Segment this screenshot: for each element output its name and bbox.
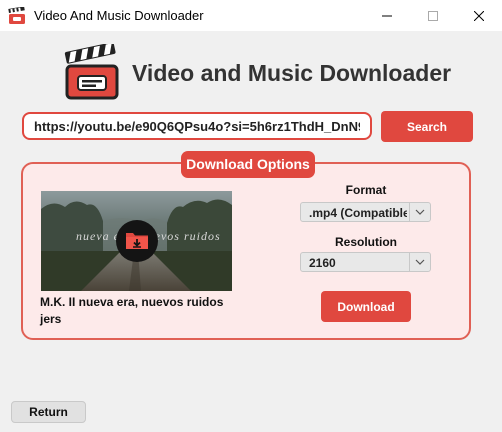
close-icon (474, 10, 484, 21)
resolution-select[interactable]: 2160 (300, 252, 431, 272)
clapperboard-icon (64, 44, 119, 100)
return-button[interactable]: Return (11, 401, 86, 423)
resolution-label: Resolution (335, 235, 397, 249)
download-options-legend: Download Options (181, 151, 315, 178)
app-heading: Video and Music Downloader (132, 60, 452, 86)
format-selected-value: .mp4 (Compatible) (309, 206, 407, 220)
minimize-button[interactable] (364, 0, 410, 31)
window-title: Video And Music Downloader (34, 8, 204, 23)
resolution-selected-value: 2160 (309, 256, 336, 270)
window-titlebar: Video And Music Downloader (0, 0, 502, 31)
format-select[interactable]: .mp4 (Compatible) (300, 202, 431, 222)
url-input[interactable] (22, 112, 372, 140)
chevron-down-icon (409, 203, 430, 221)
maximize-icon (428, 10, 438, 21)
clapperboard-icon (8, 7, 25, 24)
video-thumbnail[interactable]: nueva era, nuevos ruidos (41, 191, 232, 291)
search-button[interactable]: Search (381, 111, 473, 142)
download-overlay[interactable] (116, 220, 158, 262)
download-button[interactable]: Download (321, 291, 411, 322)
minimize-icon (382, 15, 392, 16)
close-button[interactable] (456, 0, 502, 31)
format-label: Format (345, 183, 387, 197)
download-folder-icon (126, 233, 148, 249)
maximize-button[interactable] (410, 0, 456, 31)
chevron-down-icon (409, 253, 430, 271)
video-title: M.K. II nueva era, nuevos ruidos jers (40, 295, 224, 326)
